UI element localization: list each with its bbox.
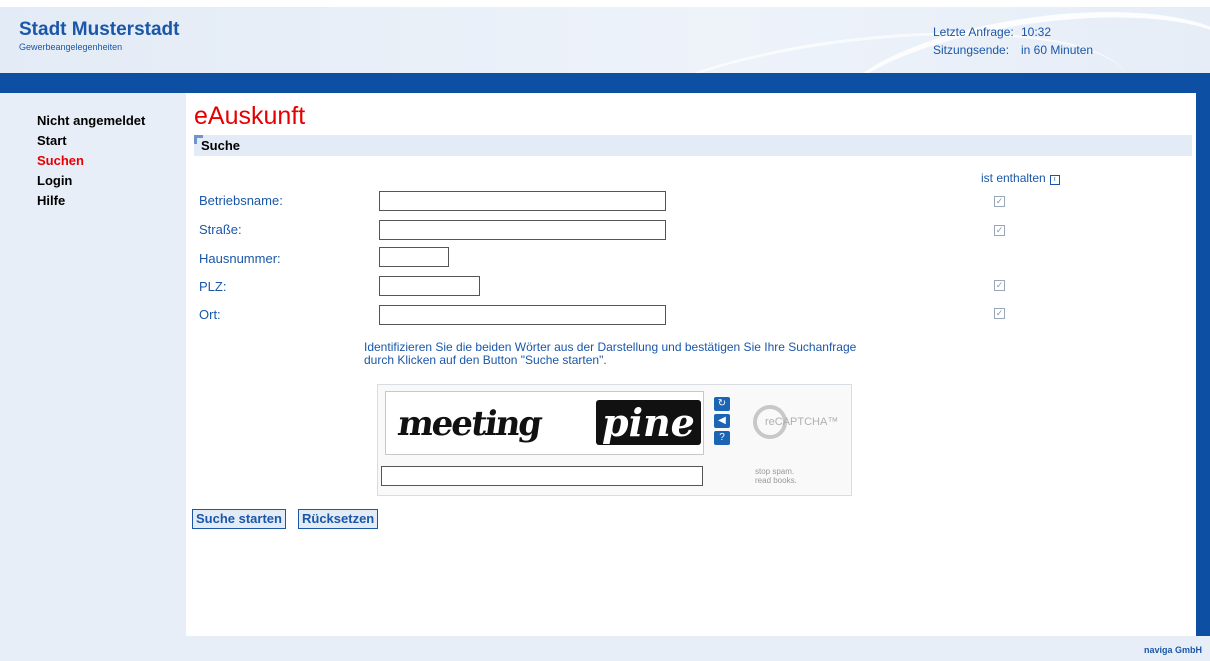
sidebar-item-login[interactable]: Login xyxy=(37,172,187,192)
strasse-input[interactable] xyxy=(379,220,666,240)
captcha-image: meeting pine xyxy=(385,391,704,455)
tagline-line-2: read books. xyxy=(755,476,797,485)
contains-checkbox-strasse[interactable]: ✓ xyxy=(994,225,1005,236)
last-request-value: 10:32 xyxy=(1021,25,1052,39)
recaptcha-brand: reCAPTCHA™ xyxy=(765,415,839,428)
page-title: eAuskunft xyxy=(194,102,306,130)
sidebar-item-start[interactable]: Start xyxy=(37,132,187,152)
recaptcha-tagline: stop spam. read books. xyxy=(755,467,797,485)
hausnummer-input[interactable] xyxy=(379,247,449,267)
captcha-word-1: meeting xyxy=(395,404,544,444)
main-content: eAuskunft Suche ist enthalten i Betriebsn… xyxy=(186,93,1196,636)
section-title: Suche xyxy=(201,138,241,153)
sidebar-item-status: Nicht angemeldet xyxy=(37,113,146,128)
sidebar-item-hilfe[interactable]: Hilfe xyxy=(37,192,187,212)
top-bar xyxy=(0,73,1210,93)
audio-icon[interactable]: ◀ xyxy=(714,414,730,428)
field-label-ort: Ort: xyxy=(199,307,221,322)
session-status: Letzte Anfrage: 10:32 Sitzungsende: in 60 … xyxy=(933,23,1093,59)
captcha-widget: meeting pine ↻ ◀ ? reCAPTCHA™ stop spam.… xyxy=(377,384,852,496)
field-label-strasse: Straße: xyxy=(199,222,242,237)
field-label-hausnummer: Hausnummer: xyxy=(199,251,281,266)
search-button[interactable]: Suche starten xyxy=(192,509,286,529)
section-header: Suche xyxy=(194,135,1192,156)
last-request-label: Letzte Anfrage: xyxy=(933,25,1014,39)
session-end-value: in 60 Minuten xyxy=(1021,43,1094,57)
footer-text: naviga GmbH xyxy=(1143,645,1202,655)
contains-label: ist enthalten xyxy=(981,171,1046,185)
captcha-response-input[interactable] xyxy=(381,466,703,486)
ort-input[interactable] xyxy=(379,305,666,325)
captcha-word-2-text: pine xyxy=(596,400,701,445)
plz-input[interactable] xyxy=(379,276,480,296)
contains-checkbox-betriebsname[interactable]: ✓ xyxy=(994,196,1005,207)
refresh-icon[interactable]: ↻ xyxy=(714,397,730,411)
reset-button[interactable]: Rücksetzen xyxy=(298,509,379,529)
info-icon[interactable]: i xyxy=(1049,175,1060,185)
tagline-line-1: stop spam. xyxy=(755,467,795,476)
field-label-plz: PLZ: xyxy=(199,279,227,294)
recaptcha-logo: reCAPTCHA™ xyxy=(753,405,838,439)
sidebar-item-suchen[interactable]: Suchen xyxy=(37,152,187,172)
site-subtitle: Gewerbeangelegenheiten xyxy=(19,42,123,52)
help-icon[interactable]: ? xyxy=(714,431,730,445)
top-line xyxy=(0,0,1210,7)
site-title: Stadt Musterstadt xyxy=(19,19,180,40)
contains-header: ist enthalten i xyxy=(981,171,1060,185)
sidebar-nav: Nicht angemeldet Start Suchen Login Hilf… xyxy=(37,112,187,212)
field-label-betriebsname: Betriebsname: xyxy=(199,193,283,208)
right-bar xyxy=(1196,93,1210,636)
contains-checkbox-ort[interactable]: ✓ xyxy=(994,308,1005,319)
captcha-instructions: Identifizieren Sie die beiden Wörter aus… xyxy=(364,340,857,367)
session-end-label: Sitzungsende: xyxy=(933,43,1010,57)
contains-checkbox-plz[interactable]: ✓ xyxy=(994,280,1005,291)
captcha-word-2: pine xyxy=(596,400,701,445)
header: Stadt Musterstadt Gewerbeangelegenheiten… xyxy=(0,7,1210,74)
betriebsname-input[interactable] xyxy=(379,191,666,211)
